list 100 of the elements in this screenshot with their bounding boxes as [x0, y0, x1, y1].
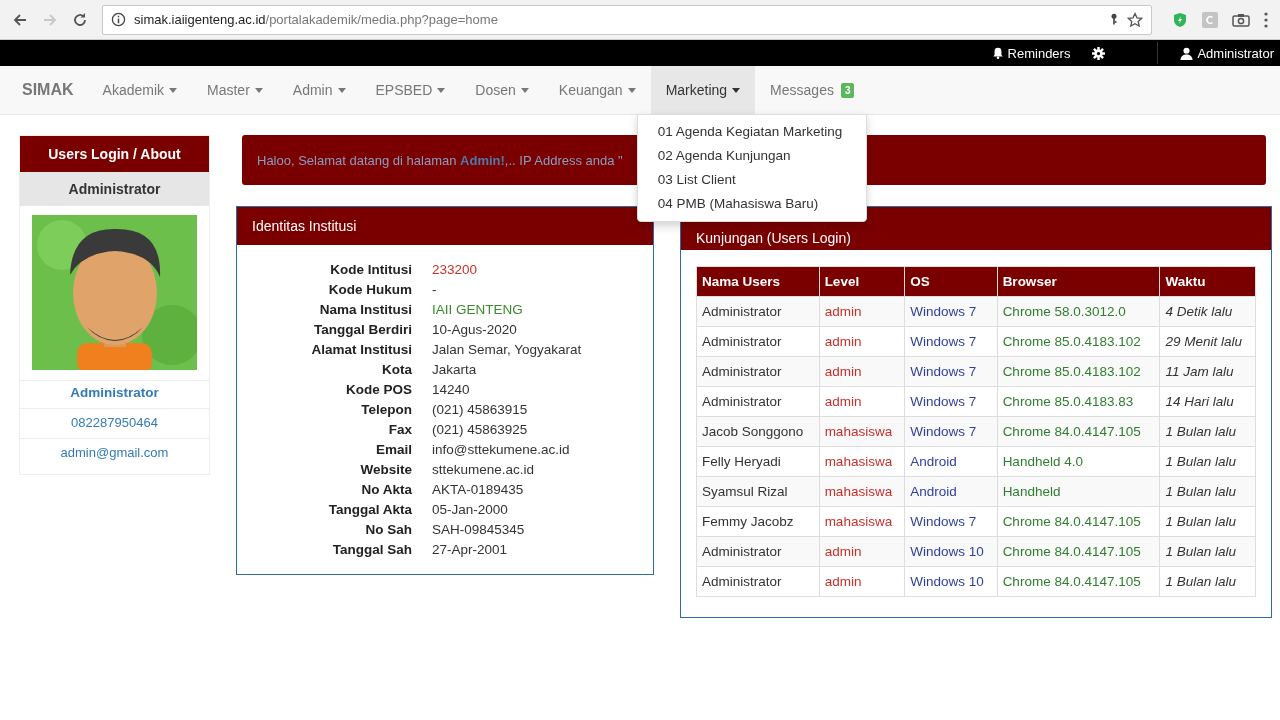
table-cell: Windows 10 [904, 536, 998, 567]
table-cell: admin [819, 296, 905, 327]
table-cell: 1 Bulan lalu [1159, 476, 1256, 507]
table-cell: Administrator [696, 536, 820, 567]
star-icon[interactable] [1127, 11, 1143, 28]
menu-item[interactable]: 04 PMB (Mahasiswa Baru) [637, 192, 866, 216]
nav-menu[interactable]: EPSBED [360, 66, 461, 114]
nav-menu[interactable]: Akademik [87, 66, 193, 114]
table-cell: 1 Bulan lalu [1159, 566, 1256, 597]
panel-title: Kunjungan (Users Login) [696, 230, 851, 246]
field-value: 27-Apr-2001 [432, 541, 509, 558]
key-icon[interactable] [1109, 12, 1119, 27]
menu-item[interactable]: 02 Agenda Kunjungan [637, 144, 866, 168]
caret-icon [169, 87, 178, 93]
field-label: Kode Intitusi [329, 261, 412, 278]
phone-number: 082287950464 [20, 408, 209, 438]
caret-icon [627, 87, 636, 93]
field-label: No Sah [364, 521, 412, 538]
brand-logo[interactable]: SIMAK [22, 81, 74, 99]
table-cell: 1 Bulan lalu [1159, 416, 1256, 447]
field-label: Kode POS [345, 381, 412, 398]
nav-menu[interactable]: Marketing [650, 66, 756, 114]
column-header: Waktu [1159, 266, 1256, 297]
table-cell: admin [819, 566, 905, 597]
user-link[interactable]: Administrator [1180, 45, 1274, 61]
nav-menu[interactable]: Master [192, 66, 278, 114]
table-cell: Windows 7 [904, 506, 998, 537]
field-value: 05-Jan-2000 [432, 501, 509, 518]
table-cell: Syamsul Rizal [696, 476, 820, 507]
caret-icon [337, 87, 346, 93]
field-value: IAII GENTENG [432, 301, 524, 318]
field-value: SAH-09845345 [432, 521, 526, 538]
settings-icon[interactable] [1092, 46, 1106, 60]
table-cell: admin [819, 326, 905, 357]
table-cell: mahasiswa [819, 416, 905, 447]
info-icon [111, 12, 126, 27]
bell-icon [991, 47, 1004, 59]
reload-icon[interactable] [72, 11, 88, 28]
table-cell: Windows 7 [904, 326, 998, 357]
nav-menu[interactable]: Admin [277, 66, 361, 114]
field-value: (021) 45863915 [432, 401, 529, 418]
table-cell: Android [904, 446, 998, 477]
profile-name-link[interactable]: Administrator [20, 380, 209, 408]
table-cell: Administrator [696, 566, 820, 597]
field-label: Telepon [360, 401, 412, 418]
table-cell: Administrator [696, 296, 820, 327]
reminders-link[interactable]: Reminders [991, 45, 1071, 61]
panel-title: Identitas Institusi [252, 218, 357, 234]
table-cell: mahasiswa [819, 446, 905, 477]
table-cell: Windows 7 [904, 296, 998, 327]
back-icon[interactable] [12, 11, 28, 28]
field-value: sttekumene.ac.id [432, 461, 536, 478]
table-cell: 1 Bulan lalu [1159, 536, 1256, 567]
welcome-message: Haloo, Selamat datang di halaman Admin!,.. IP Address anda " [257, 152, 623, 168]
table-cell: Windows 7 [904, 416, 998, 447]
field-label: Tanggal Sah [331, 541, 412, 558]
table-cell: Handheld 4.0 [997, 446, 1160, 477]
column-header: Nama Users [696, 266, 820, 297]
table-cell: Chrome 84.0.4147.105 [997, 506, 1160, 537]
table-cell: Windows 10 [904, 566, 998, 597]
field-value: (021) 45863925 [432, 421, 529, 438]
table-cell: Femmy Jacobz [696, 506, 820, 537]
table-cell: 14 Hari lalu [1159, 386, 1256, 417]
nav-menu[interactable]: Keuangan [543, 66, 651, 114]
field-value: Jalan Semar, Yogyakarat [432, 341, 583, 358]
table-cell: Felly Heryadi [696, 446, 820, 477]
menu-item[interactable]: 03 List Client [637, 168, 866, 192]
field-label: Kota [381, 361, 412, 378]
camera-icon[interactable] [1232, 12, 1250, 27]
address-bar[interactable]: simak.iaiigenteng.ac.id/portalakademik/media.php?page=home [102, 4, 1152, 35]
table-cell: Chrome 84.0.4147.105 [997, 536, 1160, 567]
field-label: Fax [387, 421, 412, 438]
table-cell: admin [819, 386, 905, 417]
field-value: 14240 [432, 381, 471, 398]
field-value: 233200 [432, 261, 479, 278]
table-cell: Chrome 85.0.4183.83 [997, 386, 1160, 417]
caret-icon [732, 87, 741, 93]
field-label: Website [359, 461, 412, 478]
table-cell: 29 Menit lalu [1159, 326, 1256, 357]
user-icon [1180, 46, 1194, 60]
table-cell: 1 Bulan lalu [1159, 506, 1256, 537]
menu-item[interactable]: 01 Agenda Kegiatan Marketing [637, 120, 866, 144]
field-value: info@sttekumene.ac.id [432, 441, 571, 458]
field-label: Tanggal Berdiri [313, 321, 412, 338]
table-cell: Administrator [696, 386, 820, 417]
table-cell: Jacob Songgono [696, 416, 820, 447]
message-count: 3 [840, 82, 855, 98]
table-cell: Chrome 58.0.3012.0 [997, 296, 1160, 327]
column-header: Browser [997, 266, 1160, 297]
menu-icon[interactable] [1264, 11, 1268, 28]
field-label: Tanggal Akta [327, 501, 412, 518]
table-cell: admin [819, 356, 905, 387]
table-cell: Windows 7 [904, 356, 998, 387]
table-cell: Administrator [696, 356, 820, 387]
card-title: Users Login / About [20, 136, 209, 172]
table-cell: 4 Detik lalu [1159, 296, 1256, 327]
email-link[interactable]: admin@gmail.com [20, 438, 209, 468]
url-text: simak.iaiigenteng.ac.id/portalakademik/media.php?page=home [134, 12, 498, 27]
nav-menu[interactable]: Dosen [460, 66, 544, 114]
table-cell: 1 Bulan lalu [1159, 446, 1256, 477]
